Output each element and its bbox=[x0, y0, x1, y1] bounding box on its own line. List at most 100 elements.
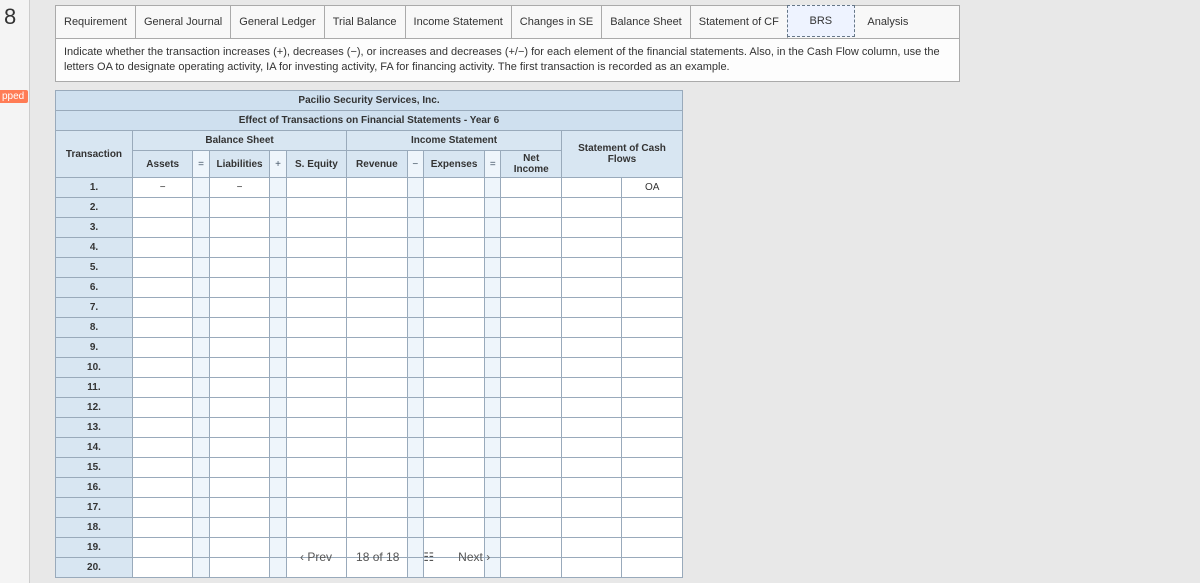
cell-cf-amount[interactable] bbox=[561, 398, 621, 418]
cell-sequity[interactable] bbox=[286, 518, 346, 538]
cell-netincome[interactable] bbox=[501, 298, 561, 318]
cell-revenue[interactable] bbox=[347, 438, 407, 458]
cell-revenue[interactable] bbox=[347, 378, 407, 398]
cell-sequity[interactable] bbox=[286, 238, 346, 258]
cell-cf-type[interactable] bbox=[622, 398, 683, 418]
cell-expenses[interactable] bbox=[423, 318, 484, 338]
cell-cf-amount[interactable] bbox=[561, 418, 621, 438]
tab-income-statement[interactable]: Income Statement bbox=[406, 6, 512, 38]
cell-liabilities[interactable]: − bbox=[209, 178, 270, 198]
cell-sequity[interactable] bbox=[286, 298, 346, 318]
cell-liabilities[interactable] bbox=[209, 278, 270, 298]
cell-cf-amount[interactable] bbox=[561, 558, 621, 578]
cell-revenue[interactable] bbox=[347, 398, 407, 418]
cell-expenses[interactable] bbox=[423, 378, 484, 398]
cell-liabilities[interactable] bbox=[209, 538, 270, 558]
cell-netincome[interactable] bbox=[501, 538, 561, 558]
cell-cf-type[interactable]: OA bbox=[622, 178, 683, 198]
cell-netincome[interactable] bbox=[501, 198, 561, 218]
cell-cf-type[interactable] bbox=[622, 338, 683, 358]
cell-revenue[interactable] bbox=[347, 258, 407, 278]
cell-sequity[interactable] bbox=[286, 498, 346, 518]
cell-assets[interactable] bbox=[132, 478, 192, 498]
cell-expenses[interactable] bbox=[423, 418, 484, 438]
cell-cf-amount[interactable] bbox=[561, 178, 621, 198]
cell-netincome[interactable] bbox=[501, 278, 561, 298]
cell-expenses[interactable] bbox=[423, 178, 484, 198]
cell-expenses[interactable] bbox=[423, 398, 484, 418]
cell-liabilities[interactable] bbox=[209, 498, 270, 518]
cell-cf-type[interactable] bbox=[622, 198, 683, 218]
cell-revenue[interactable] bbox=[347, 198, 407, 218]
cell-assets[interactable] bbox=[132, 498, 192, 518]
cell-cf-type[interactable] bbox=[622, 518, 683, 538]
cell-netincome[interactable] bbox=[501, 458, 561, 478]
cell-assets[interactable] bbox=[132, 238, 192, 258]
cell-sequity[interactable] bbox=[286, 478, 346, 498]
cell-cf-amount[interactable] bbox=[561, 458, 621, 478]
cell-revenue[interactable] bbox=[347, 238, 407, 258]
cell-cf-amount[interactable] bbox=[561, 338, 621, 358]
cell-expenses[interactable] bbox=[423, 478, 484, 498]
cell-revenue[interactable] bbox=[347, 338, 407, 358]
cell-assets[interactable]: − bbox=[132, 178, 192, 198]
cell-cf-amount[interactable] bbox=[561, 438, 621, 458]
cell-cf-type[interactable] bbox=[622, 378, 683, 398]
cell-liabilities[interactable] bbox=[209, 418, 270, 438]
cell-cf-type[interactable] bbox=[622, 458, 683, 478]
cell-assets[interactable] bbox=[132, 458, 192, 478]
cell-assets[interactable] bbox=[132, 398, 192, 418]
cell-expenses[interactable] bbox=[423, 438, 484, 458]
cell-liabilities[interactable] bbox=[209, 358, 270, 378]
cell-cf-amount[interactable] bbox=[561, 278, 621, 298]
cell-sequity[interactable] bbox=[286, 218, 346, 238]
cell-netincome[interactable] bbox=[501, 178, 561, 198]
cell-liabilities[interactable] bbox=[209, 238, 270, 258]
tab-balance-sheet[interactable]: Balance Sheet bbox=[602, 6, 691, 38]
cell-cf-amount[interactable] bbox=[561, 238, 621, 258]
cell-liabilities[interactable] bbox=[209, 258, 270, 278]
cell-liabilities[interactable] bbox=[209, 318, 270, 338]
cell-liabilities[interactable] bbox=[209, 218, 270, 238]
cell-cf-type[interactable] bbox=[622, 258, 683, 278]
cell-netincome[interactable] bbox=[501, 338, 561, 358]
cell-cf-amount[interactable] bbox=[561, 538, 621, 558]
cell-cf-amount[interactable] bbox=[561, 478, 621, 498]
cell-liabilities[interactable] bbox=[209, 198, 270, 218]
cell-cf-amount[interactable] bbox=[561, 378, 621, 398]
cell-revenue[interactable] bbox=[347, 218, 407, 238]
cell-expenses[interactable] bbox=[423, 258, 484, 278]
cell-cf-type[interactable] bbox=[622, 218, 683, 238]
cell-revenue[interactable] bbox=[347, 298, 407, 318]
cell-revenue[interactable] bbox=[347, 498, 407, 518]
cell-assets[interactable] bbox=[132, 278, 192, 298]
cell-expenses[interactable] bbox=[423, 298, 484, 318]
cell-expenses[interactable] bbox=[423, 458, 484, 478]
cell-expenses[interactable] bbox=[423, 498, 484, 518]
cell-cf-amount[interactable] bbox=[561, 298, 621, 318]
cell-cf-amount[interactable] bbox=[561, 358, 621, 378]
cell-netincome[interactable] bbox=[501, 378, 561, 398]
cell-netincome[interactable] bbox=[501, 478, 561, 498]
cell-sequity[interactable] bbox=[286, 178, 346, 198]
cell-sequity[interactable] bbox=[286, 458, 346, 478]
cell-cf-type[interactable] bbox=[622, 278, 683, 298]
cell-sequity[interactable] bbox=[286, 198, 346, 218]
cell-liabilities[interactable] bbox=[209, 298, 270, 318]
cell-cf-amount[interactable] bbox=[561, 518, 621, 538]
cell-sequity[interactable] bbox=[286, 278, 346, 298]
cell-liabilities[interactable] bbox=[209, 378, 270, 398]
prev-button[interactable]: ‹ Prev bbox=[300, 550, 332, 564]
cell-netincome[interactable] bbox=[501, 518, 561, 538]
cell-sequity[interactable] bbox=[286, 338, 346, 358]
cell-assets[interactable] bbox=[132, 198, 192, 218]
cell-liabilities[interactable] bbox=[209, 438, 270, 458]
cell-expenses[interactable] bbox=[423, 238, 484, 258]
tab-trial-balance[interactable]: Trial Balance bbox=[325, 6, 406, 38]
tab-general-journal[interactable]: General Journal bbox=[136, 6, 231, 38]
cell-sequity[interactable] bbox=[286, 398, 346, 418]
cell-cf-type[interactable] bbox=[622, 558, 683, 578]
cell-expenses[interactable] bbox=[423, 358, 484, 378]
cell-liabilities[interactable] bbox=[209, 338, 270, 358]
cell-expenses[interactable] bbox=[423, 218, 484, 238]
